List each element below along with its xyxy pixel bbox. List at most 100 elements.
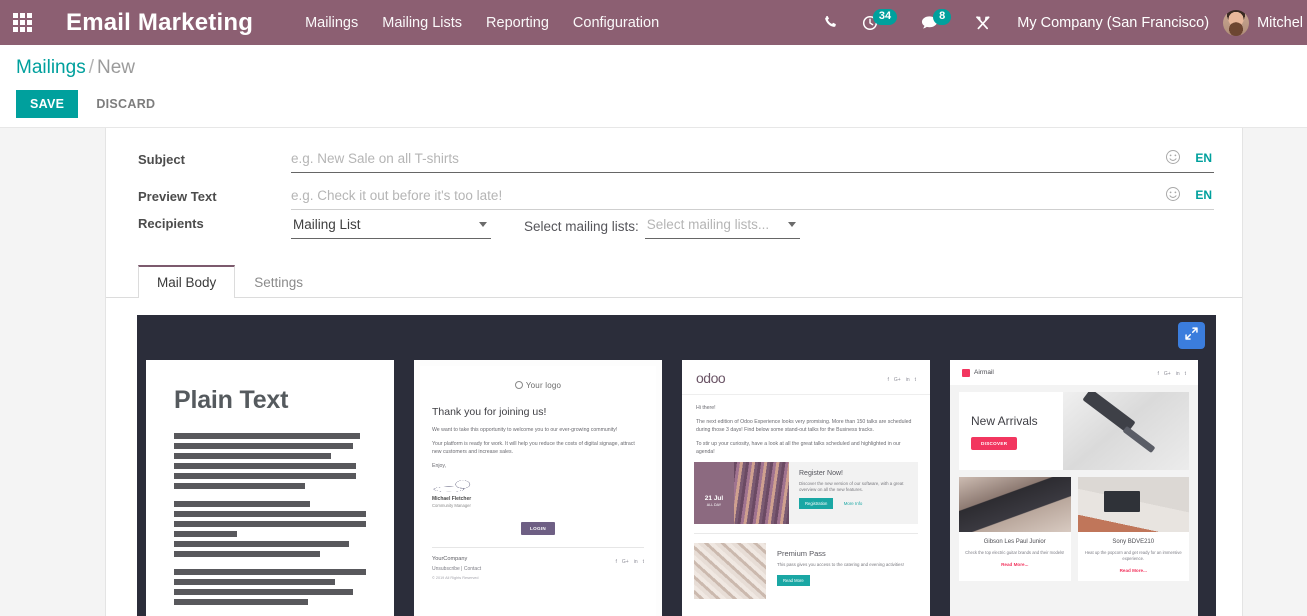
control-panel: Mailings / New SAVE DISCARD (0, 45, 1307, 128)
messages-menu-button[interactable]: 8 (909, 0, 963, 45)
menu-item-mailing-lists[interactable]: Mailing Lists (382, 15, 462, 31)
product-list: Gibson Les Paul Junior Check the top ele… (959, 477, 1189, 581)
recipients-label: Recipients (138, 216, 204, 231)
mailing-lists-select[interactable]: Select mailing lists... (644, 213, 800, 239)
menu-item-configuration[interactable]: Configuration (573, 15, 659, 31)
phone-button[interactable] (811, 0, 850, 45)
activity-count-badge: 34 (872, 8, 898, 25)
tab-mail-body[interactable]: Mail Body (138, 265, 236, 298)
twitter-icon[interactable]: t (643, 559, 644, 565)
preview-text-language-button[interactable]: EN (1195, 188, 1214, 202)
smiley-icon[interactable] (1165, 149, 1183, 167)
expand-button[interactable] (1178, 322, 1205, 349)
discard-button[interactable]: DISCARD (88, 90, 163, 118)
tab-settings[interactable]: Settings (235, 265, 322, 298)
preview-text-input[interactable] (291, 187, 1166, 203)
product-description: Heat up the popcorn and get ready for an… (1084, 550, 1182, 561)
product-photo (959, 477, 1071, 532)
googleplus-icon[interactable]: G+ (622, 559, 629, 565)
main-menu: Mailings Mailing Lists Reporting Configu… (305, 15, 659, 31)
footer-links[interactable]: Unsubscribe | Contact (432, 566, 481, 572)
wrench-tools-icon (975, 15, 991, 31)
theme-newsletter-greeting: Hi there! (696, 405, 716, 411)
phone-icon (823, 15, 838, 30)
theme-list: Plain Text Your logo Thank you for joini… (137, 360, 1216, 616)
hero-title: New Arrivals (971, 414, 1038, 428)
menu-item-mailings[interactable]: Mailings (305, 15, 358, 31)
top-navbar: Email Marketing Mailings Mailing Lists R… (0, 0, 1307, 45)
googleplus-icon[interactable]: G+ (894, 377, 901, 383)
product-read-more-link[interactable]: Read More... (1001, 562, 1028, 567)
activity-menu-button[interactable]: 34 (850, 0, 909, 45)
recipients-select[interactable]: Mailing List (291, 213, 491, 239)
event-time: ALL DAY (706, 503, 722, 507)
linkedin-icon[interactable]: in (906, 377, 910, 383)
user-menu[interactable]: Mitchel (1223, 9, 1307, 36)
read-more-button[interactable]: Read More (777, 574, 810, 586)
theme-card-newsletter[interactable]: odoo f G+ in t Hi there! The next editio… (682, 360, 930, 616)
theme-card-airmail[interactable]: Airmail f G+ in t New Arrivals DISCOVER (950, 360, 1198, 616)
recipients-select-value: Mailing List (293, 217, 361, 232)
field-row-subject: Subject EN (138, 146, 1214, 173)
airmail-logo-icon (962, 368, 970, 377)
content-area: Subject EN (0, 128, 1307, 616)
twitter-icon[interactable]: t (1185, 371, 1186, 377)
linkedin-icon[interactable]: in (634, 559, 638, 565)
googleplus-icon[interactable]: G+ (1164, 371, 1171, 377)
product-name: Gibson Les Paul Junior (983, 539, 1046, 545)
smiley-icon[interactable] (1165, 186, 1183, 204)
save-button[interactable]: SAVE (16, 90, 79, 118)
footer-copyright: © 2019 All Rights Reserved (432, 576, 479, 580)
pass-photo (694, 543, 766, 599)
hero-photo (1063, 392, 1189, 470)
theme-welcome-login-button[interactable]: LOGIN (521, 522, 555, 535)
registration-button[interactable]: Registration (799, 498, 834, 509)
developer-tools-button[interactable] (963, 0, 1003, 45)
facebook-icon[interactable]: f (616, 559, 617, 565)
apps-grid-icon (12, 13, 32, 32)
pass-card-text: This pass gives you access to the cateri… (777, 562, 904, 567)
theme-airmail-brand: Airmail (974, 369, 994, 376)
theme-selector-panel: Plain Text Your logo Thank you for joini… (137, 315, 1216, 616)
row-spacer (138, 173, 1214, 183)
product-read-more-link[interactable]: Read More... (1120, 568, 1147, 573)
product-name: Sony BDVE210 (1112, 539, 1155, 545)
pass-card-title: Premium Pass (777, 549, 826, 558)
product-card[interactable]: Sony BDVE210 Heat up the popcorn and get… (1077, 477, 1189, 581)
more-info-link[interactable]: More Info (844, 501, 863, 506)
theme-airmail-hero: New Arrivals DISCOVER (959, 392, 1189, 470)
menu-item-reporting[interactable]: Reporting (486, 15, 549, 31)
subject-language-button[interactable]: EN (1195, 151, 1214, 165)
chevron-down-icon (479, 222, 487, 227)
discover-button[interactable]: DISCOVER (971, 437, 1018, 450)
theme-welcome-heading: Thank you for joining us! (432, 406, 547, 418)
product-card[interactable]: Gibson Les Paul Junior Check the top ele… (959, 477, 1071, 581)
facebook-icon[interactable]: f (888, 377, 889, 383)
event-card-text: Discover the new version of our software… (799, 481, 904, 492)
company-switcher[interactable]: My Company (San Francisco) (1003, 15, 1223, 31)
theme-newsletter-pass-card: Premium Pass This pass gives you access … (694, 543, 918, 599)
breadcrumb: Mailings / New (0, 57, 1307, 79)
event-photo (734, 462, 789, 524)
theme-welcome-signer-name: Michael Fletcher (432, 496, 472, 502)
theme-newsletter-event-card: 21 Jul ALL DAY Register Now! Discover th… (694, 462, 918, 524)
linkedin-icon[interactable]: in (1176, 371, 1180, 377)
twitter-icon[interactable]: t (915, 377, 916, 383)
theme-card-plain-text[interactable]: Plain Text (146, 360, 394, 616)
apps-menu-button[interactable] (0, 0, 44, 45)
signature-image (432, 478, 488, 494)
text-placeholder-group (174, 433, 366, 489)
mailing-lists-label: Select mailing lists: (524, 218, 639, 234)
subject-input[interactable] (291, 150, 1166, 166)
theme-newsletter-paragraph: The next edition of Odoo Experience look… (696, 419, 912, 433)
breadcrumb-mailings[interactable]: Mailings (16, 57, 86, 78)
facebook-icon[interactable]: f (1158, 371, 1159, 377)
footer-company-name: YourCompany (432, 556, 468, 562)
theme-card-welcome[interactable]: Your logo Thank you for joining us! We w… (414, 360, 662, 616)
theme-newsletter-paragraph: To stir up your curiosity, have a look a… (696, 441, 901, 455)
theme-newsletter-logo: odoo (696, 370, 726, 386)
record-action-buttons: SAVE DISCARD (0, 79, 1307, 118)
text-placeholder-group (174, 501, 366, 557)
app-brand-title: Email Marketing (66, 8, 254, 36)
theme-welcome-paragraph: We want to take this opportunity to welc… (432, 427, 618, 433)
